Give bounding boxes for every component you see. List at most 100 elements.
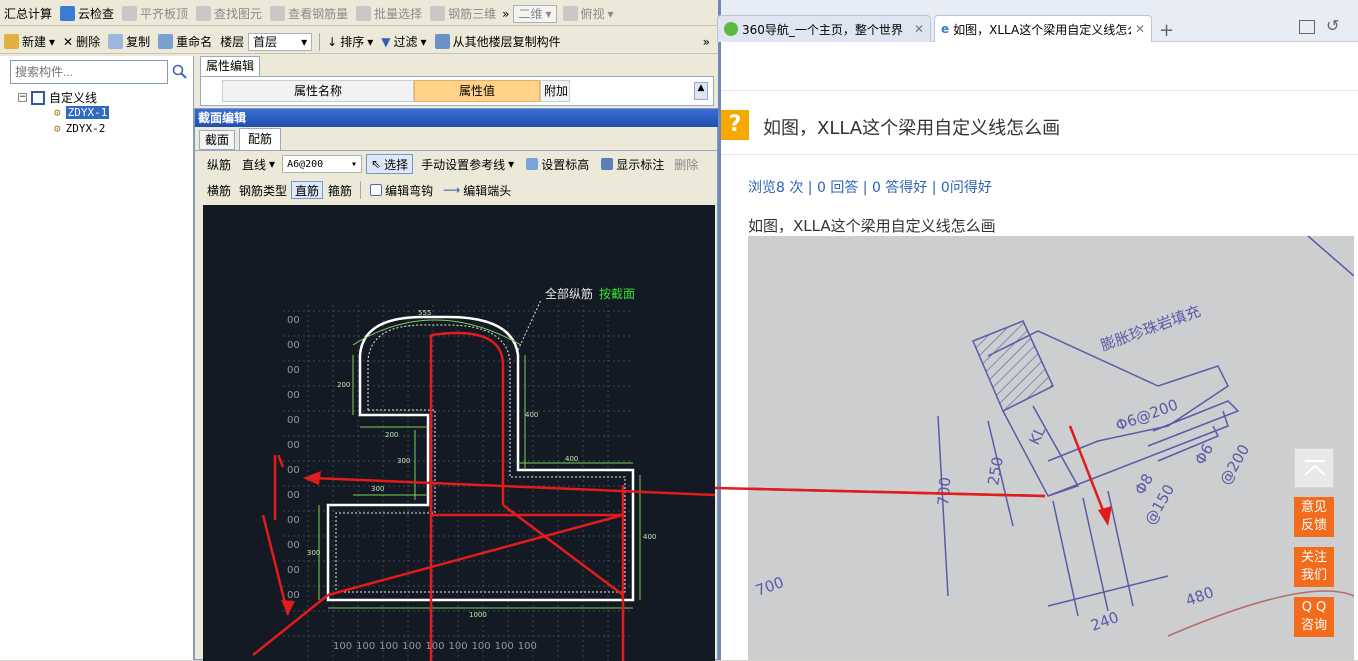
feedback-button[interactable]: 意见 反馈 bbox=[1294, 497, 1334, 537]
rename-button[interactable]: 重命名 bbox=[154, 31, 216, 53]
search-icon[interactable] bbox=[172, 64, 188, 80]
collapse-icon[interactable]: − bbox=[18, 93, 27, 102]
chevron-down-icon: ▾ bbox=[351, 158, 358, 170]
section-drawing-canvas[interactable]: 全部纵筋 按截面 555 200 400 200 300 400 300 400… bbox=[203, 205, 715, 661]
straight-bar-button[interactable]: 直筋 bbox=[291, 181, 324, 199]
grid-tick: 00 bbox=[287, 565, 300, 576]
bar-end-icon: ⟶ bbox=[443, 183, 461, 197]
section-outline bbox=[326, 315, 635, 602]
custom-line-icon bbox=[31, 90, 45, 105]
grid-tick: 00 bbox=[287, 315, 300, 326]
copy-button[interactable]: 复制 bbox=[104, 31, 154, 53]
grid-tick: 100 bbox=[494, 641, 514, 652]
view-rebar-qty-button[interactable]: 查看钢筋量 bbox=[266, 3, 352, 25]
view-mode-value: 二维 bbox=[518, 7, 543, 21]
grid-tick: 00 bbox=[287, 365, 300, 376]
grid-tick: 100 bbox=[379, 641, 399, 652]
tree-item-label: ZDYX-2 bbox=[65, 122, 106, 135]
toolbar1-item-3: 查找图元 bbox=[214, 7, 263, 21]
toolbar-overflow-icon[interactable]: » bbox=[500, 3, 511, 25]
undo-close-icon[interactable]: ↺ bbox=[1326, 16, 1339, 35]
search-input[interactable] bbox=[10, 60, 168, 84]
new-button[interactable]: 新建 ▾ bbox=[0, 31, 59, 53]
follow-label: 关注 我们 bbox=[1300, 550, 1327, 583]
show-label-button[interactable]: 显示标注 bbox=[597, 153, 668, 175]
batch-select-button[interactable]: 批量选择 bbox=[352, 3, 426, 25]
set-height-button[interactable]: 设置标高 bbox=[522, 153, 593, 175]
section-editor-dialog: 截面编辑 截面 配筋 纵筋 直线 ▾ A6@200 ▾ ⇖ 选择 手动设置参考线 ▾ 设… bbox=[194, 108, 719, 661]
toolbar-overflow-icon[interactable]: » bbox=[699, 31, 714, 53]
new-tab-icon[interactable]: + bbox=[1159, 20, 1174, 41]
filter-label: 过滤 bbox=[393, 35, 418, 49]
question-body: 如图，XLLA这个梁用自定义线怎么画 bbox=[748, 217, 996, 235]
view-mode-select[interactable]: 二维 ▾ bbox=[513, 4, 557, 23]
align-top-button[interactable]: 平齐板顶 bbox=[118, 3, 192, 25]
summary-calc-button[interactable]: 汇总计算 bbox=[0, 3, 56, 25]
find-element-button[interactable]: 查找图元 bbox=[192, 3, 266, 25]
tab-section[interactable]: 截面 bbox=[199, 130, 235, 150]
edit-end-label: 编辑端头 bbox=[463, 183, 512, 198]
tab-rebar[interactable]: 配筋 bbox=[239, 128, 281, 150]
property-panel: 属性编辑 属性名称 属性值 附加 ▲ bbox=[196, 56, 718, 110]
edit-hook-button[interactable]: 编辑弯钩 bbox=[366, 179, 437, 201]
qq-label: Q Q 咨询 bbox=[1300, 600, 1327, 633]
dim-label: 300 bbox=[371, 485, 385, 493]
chevron-down-icon: ▾ bbox=[545, 6, 552, 21]
rebar-spec-value: A6@200 bbox=[287, 158, 324, 170]
toolbar1-item-1: 云检查 bbox=[78, 7, 115, 21]
feedback-label: 意见 反馈 bbox=[1300, 500, 1327, 533]
show-label-text: 显示标注 bbox=[616, 157, 665, 172]
rebar-icon bbox=[270, 6, 286, 21]
edit-end-button[interactable]: ⟶ 编辑端头 bbox=[439, 179, 515, 201]
floor-label: 楼层 bbox=[220, 35, 245, 49]
scroll-up-icon[interactable]: ▲ bbox=[694, 82, 708, 100]
question-icon: ? bbox=[721, 110, 749, 140]
browser-tab-360[interactable]: 360导航_一个主页，整个世界 ✕ bbox=[717, 15, 931, 42]
grid-tick: 100 bbox=[425, 641, 445, 652]
delete-button[interactable]: ✕ 删除 bbox=[59, 31, 104, 53]
tree-item-zdyx-1[interactable]: ⚙ ZDYX-1 bbox=[54, 106, 110, 119]
ref-line-select[interactable]: 手动设置参考线 ▾ bbox=[417, 153, 518, 175]
qq-consult-button[interactable]: Q Q 咨询 bbox=[1294, 597, 1334, 637]
cursor-icon: ⇖ bbox=[371, 157, 382, 171]
close-icon: ✕ bbox=[63, 34, 74, 49]
rebar-spec-input[interactable]: A6@200 ▾ bbox=[282, 155, 363, 173]
by-section-link[interactable]: 按截面 bbox=[599, 285, 635, 302]
question-title: 如图，XLLA这个梁用自定义线怎么画 bbox=[763, 118, 1061, 139]
follow-us-button[interactable]: 关注 我们 bbox=[1294, 547, 1334, 587]
view-cube-icon bbox=[562, 6, 578, 21]
line-type-select[interactable]: 直线 ▾ bbox=[239, 155, 278, 173]
sort-button[interactable]: ↓ 排序 ▾ bbox=[323, 31, 377, 53]
browser-tab-question[interactable]: e 如图，XLLA这个梁用自定义线怎么 ✕ bbox=[934, 15, 1152, 42]
attached-photo[interactable]: KL 膨胀珍珠岩填充 Φ6@200 Φ8 @150 Φ6 @200 250 70… bbox=[748, 236, 1354, 660]
tab-list-icon[interactable] bbox=[1299, 20, 1315, 34]
dim-label: 300 bbox=[307, 549, 321, 557]
floor-select[interactable]: 首层 ▾ bbox=[248, 32, 313, 51]
column-header-value: 属性值 bbox=[414, 80, 540, 102]
select-tool-button[interactable]: ⇖ 选择 bbox=[366, 154, 414, 174]
tree-root[interactable]: − 自定义线 bbox=[18, 89, 97, 106]
view-direction-select[interactable]: 俯视 ▾ bbox=[559, 3, 618, 25]
tree-item-zdyx-2[interactable]: ⚙ ZDYX-2 bbox=[54, 122, 105, 135]
cloud-check-button[interactable]: 云检查 bbox=[56, 3, 118, 25]
filter-button[interactable]: ▼ 过滤 ▾ bbox=[377, 31, 430, 53]
close-icon[interactable]: ✕ bbox=[914, 22, 924, 36]
section-drawing bbox=[252, 299, 715, 661]
tab-title: 360导航_一个主页，整个世界 bbox=[742, 22, 903, 37]
dim-label: 1000 bbox=[469, 611, 487, 619]
back-to-top-button[interactable] bbox=[1294, 448, 1334, 488]
tab-property-edit[interactable]: 属性编辑 bbox=[200, 56, 260, 76]
grid-tick: 100 bbox=[448, 641, 468, 652]
toolbar1-item-2: 平齐板顶 bbox=[140, 7, 189, 21]
chevron-down-icon: ▾ bbox=[49, 34, 56, 49]
grid-tick: 00 bbox=[287, 340, 300, 351]
close-icon[interactable]: ✕ bbox=[1135, 22, 1145, 36]
toolbar1-item-0: 汇总计算 bbox=[4, 7, 53, 21]
rebar-3d-button[interactable]: 钢筋三维 bbox=[426, 3, 500, 25]
stirrup-button[interactable]: 箍筋 bbox=[325, 179, 355, 201]
toolbar2-item-1: 删除 bbox=[76, 35, 101, 49]
column-header-extra: 附加 bbox=[540, 80, 570, 102]
batch-select-icon bbox=[356, 6, 372, 21]
delete-tool-button[interactable]: 删除 bbox=[672, 153, 700, 175]
copy-from-floor-button[interactable]: 从其他楼层复制构件 bbox=[431, 31, 565, 53]
